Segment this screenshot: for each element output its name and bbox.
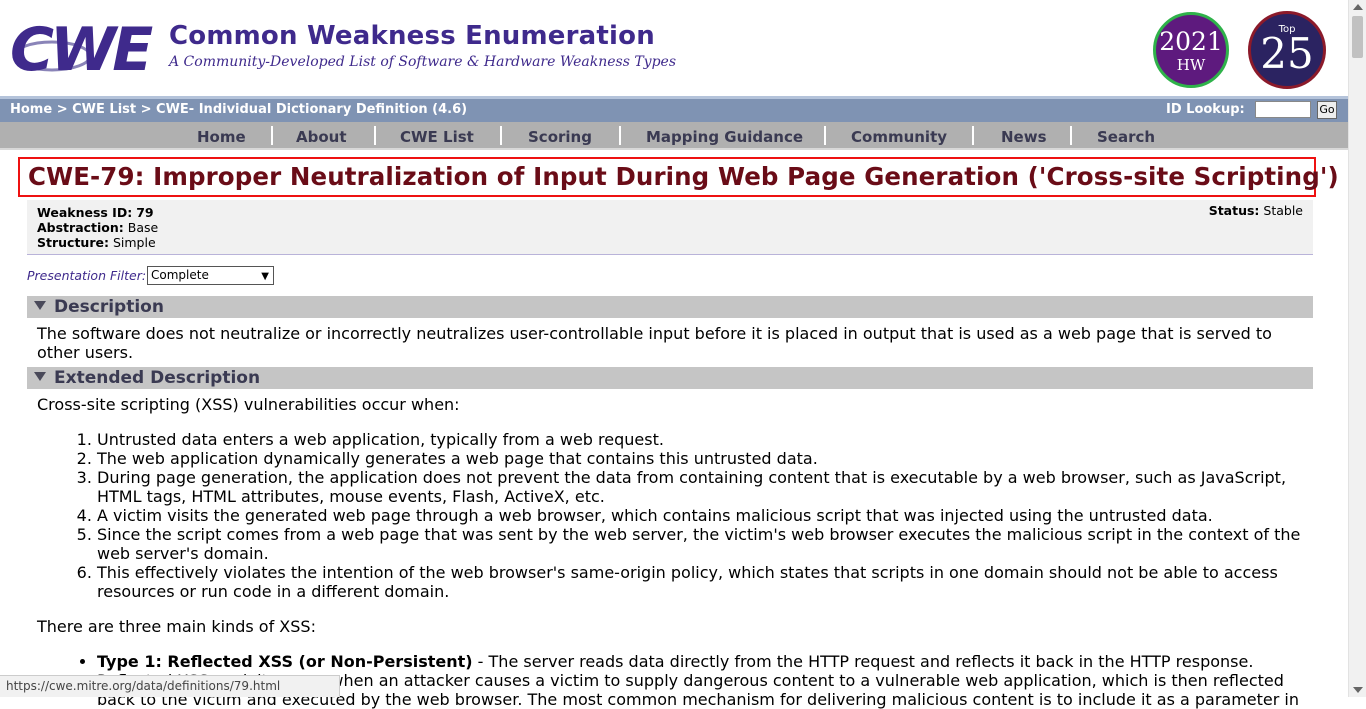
structure-line: Structure: Simple (37, 235, 156, 250)
extended-description-header-label: Extended Description (54, 368, 261, 388)
scroll-down-icon[interactable] (1353, 687, 1363, 693)
type1-title: Type 1: Reflected XSS (or Non-Persistent… (97, 652, 473, 671)
logo-text: CWE (10, 15, 153, 78)
list-item: Since the script comes from a web page t… (97, 525, 1317, 563)
extended-intro: Cross-site scripting (XSS) vulnerabiliti… (37, 395, 460, 414)
list-item: During page generation, the application … (97, 468, 1317, 506)
nav-search[interactable]: Search (1097, 128, 1155, 146)
site-header: CWE Common Weakness Enumeration A Commun… (0, 0, 1348, 96)
list-item: A victim visits the generated web page t… (97, 506, 1317, 525)
nav-separator (374, 126, 376, 145)
weakness-id-line: Weakness ID: 79 (37, 205, 154, 220)
cwe-logo-graphic: CWE (10, 15, 157, 85)
list-item: This effectively violates the intention … (97, 563, 1317, 601)
abstraction-label: Abstraction: (37, 220, 124, 235)
nav-scoring[interactable]: Scoring (528, 128, 592, 146)
top-25-hw-badge[interactable]: 2021 HW (1153, 12, 1229, 88)
id-lookup-input[interactable] (1255, 101, 1311, 118)
status-value: Stable (1263, 203, 1303, 218)
description-header[interactable]: Description (27, 296, 1313, 318)
list-item: The web application dynamically generate… (97, 449, 1317, 468)
nav-mapping-guidance[interactable]: Mapping Guidance (646, 128, 803, 146)
nav-cwe-list[interactable]: CWE List (400, 128, 474, 146)
top-25-badge[interactable]: Top 25 (1248, 11, 1326, 89)
scroll-thumb[interactable] (1352, 16, 1363, 58)
collapse-triangle-icon (34, 301, 46, 310)
badge-hw-year: 2021 (1159, 27, 1223, 56)
structure-value: Simple (112, 235, 156, 250)
nav-about[interactable]: About (296, 128, 347, 146)
nav-home[interactable]: Home (197, 128, 246, 146)
nav-news[interactable]: News (1001, 128, 1047, 146)
status-bar-url: https://cwe.mitre.org/data/definitions/7… (0, 675, 340, 697)
nav-separator (500, 126, 502, 145)
page-title: CWE-79: Improper Neutralization of Input… (18, 157, 1339, 197)
site-subtitle: A Community-Developed List of Software &… (169, 54, 677, 70)
list-item: Untrusted data enters a web application,… (97, 430, 1317, 449)
extended-description-header[interactable]: Extended Description (27, 367, 1313, 389)
structure-label: Structure: (37, 235, 109, 250)
nav-separator (972, 126, 974, 145)
nav-separator (824, 126, 826, 145)
breadcrumb[interactable]: Home > CWE List > CWE- Individual Dictio… (10, 102, 467, 117)
xss-conditions-list: Untrusted data enters a web application,… (37, 430, 1317, 601)
presentation-filter-value: Complete (151, 268, 209, 282)
scroll-up-icon[interactable] (1353, 4, 1363, 10)
nav-separator (1070, 126, 1072, 145)
collapse-triangle-icon (34, 372, 46, 381)
kinds-intro: There are three main kinds of XSS: (37, 617, 316, 636)
badge-top-number: 25 (1260, 29, 1314, 78)
abstraction-value: Base (127, 220, 159, 235)
weakness-meta: Weakness ID: 79 Abstraction: Base Struct… (27, 200, 1313, 255)
presentation-filter-select[interactable]: Complete ▼ (147, 266, 274, 285)
main-nav: Home About CWE List Scoring Mapping Guid… (0, 122, 1348, 150)
cwe-logo[interactable]: CWE (8, 14, 164, 85)
description-text: The software does not neutralize or inco… (37, 324, 1272, 362)
nav-community[interactable]: Community (851, 128, 947, 146)
id-lookup-label: ID Lookup: (1166, 102, 1245, 117)
status-label: Status: (1208, 203, 1260, 218)
site-title[interactable]: Common Weakness Enumeration (169, 21, 655, 51)
go-button[interactable]: Go (1317, 101, 1337, 119)
badge-hw-label: HW (1176, 56, 1206, 74)
weakness-id-label: Weakness ID: (37, 205, 133, 220)
nav-separator (619, 126, 621, 145)
description-header-label: Description (54, 297, 164, 317)
chevron-down-icon: ▼ (261, 271, 269, 282)
abstraction-line: Abstraction: Base (37, 220, 158, 235)
breadcrumb-bar: Home > CWE List > CWE- Individual Dictio… (0, 96, 1348, 122)
vertical-scrollbar[interactable] (1348, 0, 1366, 697)
weakness-id-value: 79 (136, 205, 154, 220)
nav-separator (271, 126, 273, 145)
status-line: Status: Stable (1209, 203, 1303, 218)
presentation-filter-label: Presentation Filter: (27, 268, 147, 283)
